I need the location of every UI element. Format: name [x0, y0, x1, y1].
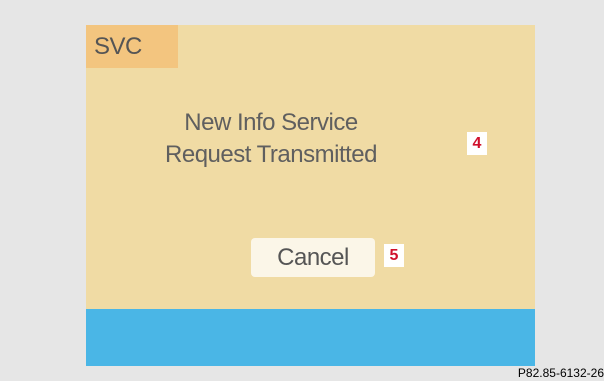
figure-reference: P82.85-6132-26 — [517, 366, 604, 380]
display-screen: SVC New Info Service Request Transmitted… — [86, 25, 535, 366]
message-line-2: Request Transmitted — [165, 141, 377, 168]
bottom-bar — [86, 309, 535, 366]
status-message: New Info Service Request Transmitted — [146, 107, 396, 171]
callout-4: 4 — [467, 132, 487, 155]
figure: SVC New Info Service Request Transmitted… — [0, 0, 604, 381]
svc-tab: SVC — [86, 25, 178, 68]
cancel-button[interactable]: Cancel — [251, 238, 375, 277]
message-line-1: New Info Service — [184, 109, 358, 136]
callout-5: 5 — [384, 244, 404, 267]
